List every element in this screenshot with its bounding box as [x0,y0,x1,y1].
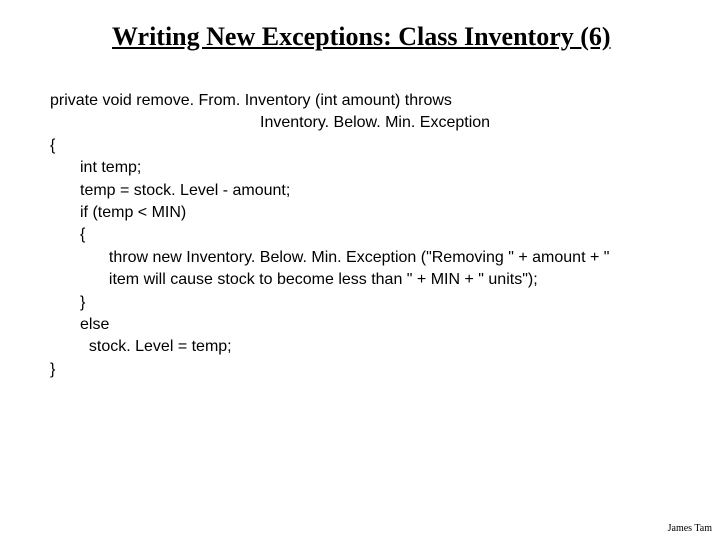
author-label: James Tam [668,523,712,534]
code-block: private void remove. From. Inventory (in… [50,90,680,381]
code-line: throw new Inventory. Below. Min. Excepti… [50,247,680,269]
code-line: } [50,292,680,314]
slide: Writing New Exceptions: Class Inventory … [0,0,720,540]
code-line: else [50,314,680,336]
code-line: if (temp < MIN) [50,202,680,224]
code-line: { [50,135,680,157]
code-line: { [50,224,680,246]
code-line: Inventory. Below. Min. Exception [50,112,680,134]
code-line: } [50,359,680,381]
code-line: int temp; [50,157,680,179]
slide-title: Writing New Exceptions: Class Inventory … [112,22,611,52]
code-line: temp = stock. Level - amount; [50,180,680,202]
code-line: stock. Level = temp; [50,336,680,358]
code-line: private void remove. From. Inventory (in… [50,90,680,112]
code-line: item will cause stock to become less tha… [50,269,680,291]
